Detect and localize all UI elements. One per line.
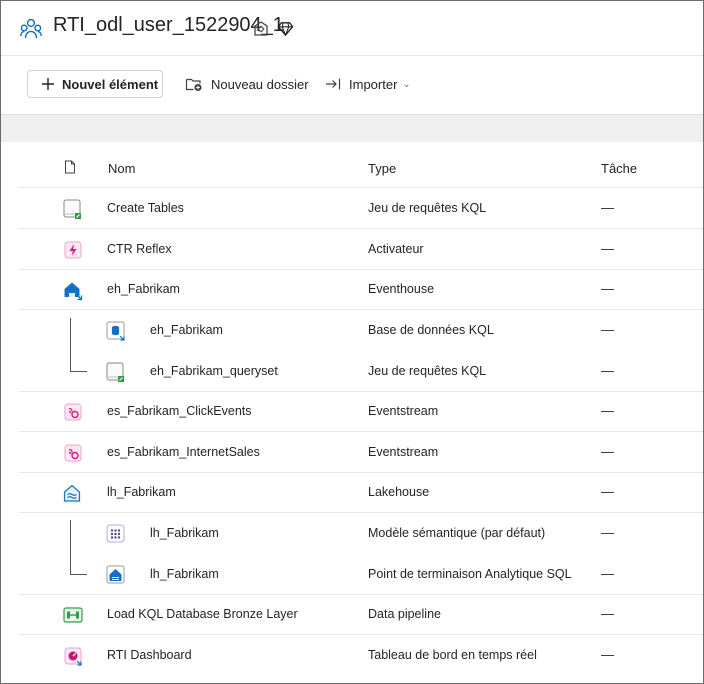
table-header: Nom Type Tâche — [19, 150, 703, 188]
table-row[interactable]: RTI Dashboard Tableau de bord en temps r… — [19, 635, 703, 675]
item-task: — — [601, 200, 614, 215]
item-type: Eventhouse — [368, 282, 435, 296]
item-type: Activateur — [368, 242, 424, 256]
item-type: Lakehouse — [368, 485, 430, 499]
item-task: — — [601, 606, 614, 621]
document-icon — [65, 160, 75, 174]
plus-icon — [42, 78, 54, 90]
workspace-header: RTI_odl_user_1522904_1 — [1, 1, 703, 56]
item-task: — — [601, 363, 614, 378]
table-row[interactable]: CTR Reflex Activateur — — [19, 229, 703, 270]
table-row[interactable]: Create Tables Jeu de requêtes KQL — — [19, 188, 703, 229]
item-name[interactable]: eh_Fabrikam — [150, 323, 223, 337]
item-type: Modèle sémantique (par défaut) — [368, 526, 546, 540]
item-task: — — [601, 525, 614, 540]
item-name[interactable]: Create Tables — [107, 201, 184, 215]
item-type: Jeu de requêtes KQL — [368, 201, 487, 215]
item-task: — — [601, 403, 614, 418]
kql-queryset-icon — [63, 199, 81, 219]
column-header-task[interactable]: Tâche — [601, 161, 637, 176]
kql-queryset-icon — [106, 362, 124, 382]
realtime-dashboard-icon — [64, 647, 82, 666]
item-type: Jeu de requêtes KQL — [368, 364, 487, 378]
item-task: — — [601, 281, 614, 296]
item-task: — — [601, 241, 614, 256]
item-task: — — [601, 647, 614, 662]
item-name[interactable]: lh_Fabrikam — [150, 526, 219, 540]
workspace-title: RTI_odl_user_1522904_1 — [53, 14, 284, 36]
item-task: — — [601, 566, 614, 581]
folder-add-icon — [185, 78, 202, 92]
column-header-type[interactable]: Type — [368, 161, 396, 176]
item-name[interactable]: es_Fabrikam_ClickEvents — [107, 404, 252, 418]
table-row[interactable]: lh_Fabrikam Modèle sémantique (par défau… — [19, 513, 703, 553]
item-type: Point de terminaison Analytique SQL — [368, 567, 572, 581]
item-task: — — [601, 484, 614, 499]
filter-band — [1, 114, 703, 142]
data-pipeline-icon — [63, 607, 83, 623]
sql-endpoint-icon — [106, 565, 125, 584]
workspace-settings-icon[interactable] — [252, 19, 270, 37]
table-row[interactable]: es_Fabrikam_InternetSales Eventstream — — [19, 432, 703, 473]
chevron-down-icon: ⌄ — [402, 78, 411, 90]
kql-database-icon — [106, 321, 125, 341]
table-row[interactable]: eh_Fabrikam_queryset Jeu de requêtes KQL… — [19, 351, 703, 392]
item-type: Base de données KQL — [368, 323, 494, 337]
import-icon — [326, 78, 341, 90]
eventstream-icon — [64, 444, 82, 462]
eventstream-icon — [64, 403, 82, 421]
import-button[interactable]: Importer ⌄ — [325, 70, 411, 98]
semantic-model-icon — [106, 524, 125, 543]
activator-icon — [64, 241, 82, 259]
item-type: Eventstream — [368, 445, 439, 459]
new-item-button[interactable]: Nouvel élément — [27, 70, 163, 98]
eventhouse-icon — [64, 282, 83, 301]
toolbar: Nouvel élément Nouveau dossier Importer … — [1, 56, 703, 114]
table-row[interactable]: es_Fabrikam_ClickEvents Eventstream — — [19, 391, 703, 432]
item-name[interactable]: es_Fabrikam_InternetSales — [107, 445, 260, 459]
workspace-icon — [20, 18, 42, 39]
import-label: Importer — [349, 76, 398, 92]
new-folder-label: Nouveau dossier — [211, 76, 309, 92]
item-type: Tableau de bord en temps réel — [368, 648, 537, 662]
item-name[interactable]: CTR Reflex — [107, 242, 172, 256]
item-name[interactable]: Load KQL Database Bronze Layer — [107, 607, 298, 621]
new-folder-button[interactable]: Nouveau dossier — [185, 70, 309, 98]
item-name[interactable]: lh_Fabrikam — [107, 485, 176, 499]
new-item-label: Nouvel élément — [62, 76, 159, 92]
column-header-name[interactable]: Nom — [108, 161, 135, 176]
premium-diamond-icon[interactable] — [277, 20, 294, 37]
item-name[interactable]: eh_Fabrikam_queryset — [150, 364, 278, 378]
item-task: — — [601, 444, 614, 459]
table-row[interactable]: eh_Fabrikam Eventhouse — — [19, 269, 703, 310]
item-task: — — [601, 322, 614, 337]
item-name[interactable]: lh_Fabrikam — [150, 567, 219, 581]
table-row[interactable]: lh_Fabrikam Lakehouse — — [19, 472, 703, 513]
table-row[interactable]: Load KQL Database Bronze Layer Data pipe… — [19, 594, 703, 635]
table-row[interactable]: lh_Fabrikam Point de terminaison Analyti… — [19, 554, 703, 595]
item-type: Data pipeline — [368, 607, 441, 621]
item-name[interactable]: eh_Fabrikam — [107, 282, 180, 296]
lakehouse-icon — [63, 484, 81, 502]
item-type: Eventstream — [368, 404, 439, 418]
table-row[interactable]: eh_Fabrikam Base de données KQL — — [19, 310, 703, 350]
item-name[interactable]: RTI Dashboard — [107, 648, 192, 662]
